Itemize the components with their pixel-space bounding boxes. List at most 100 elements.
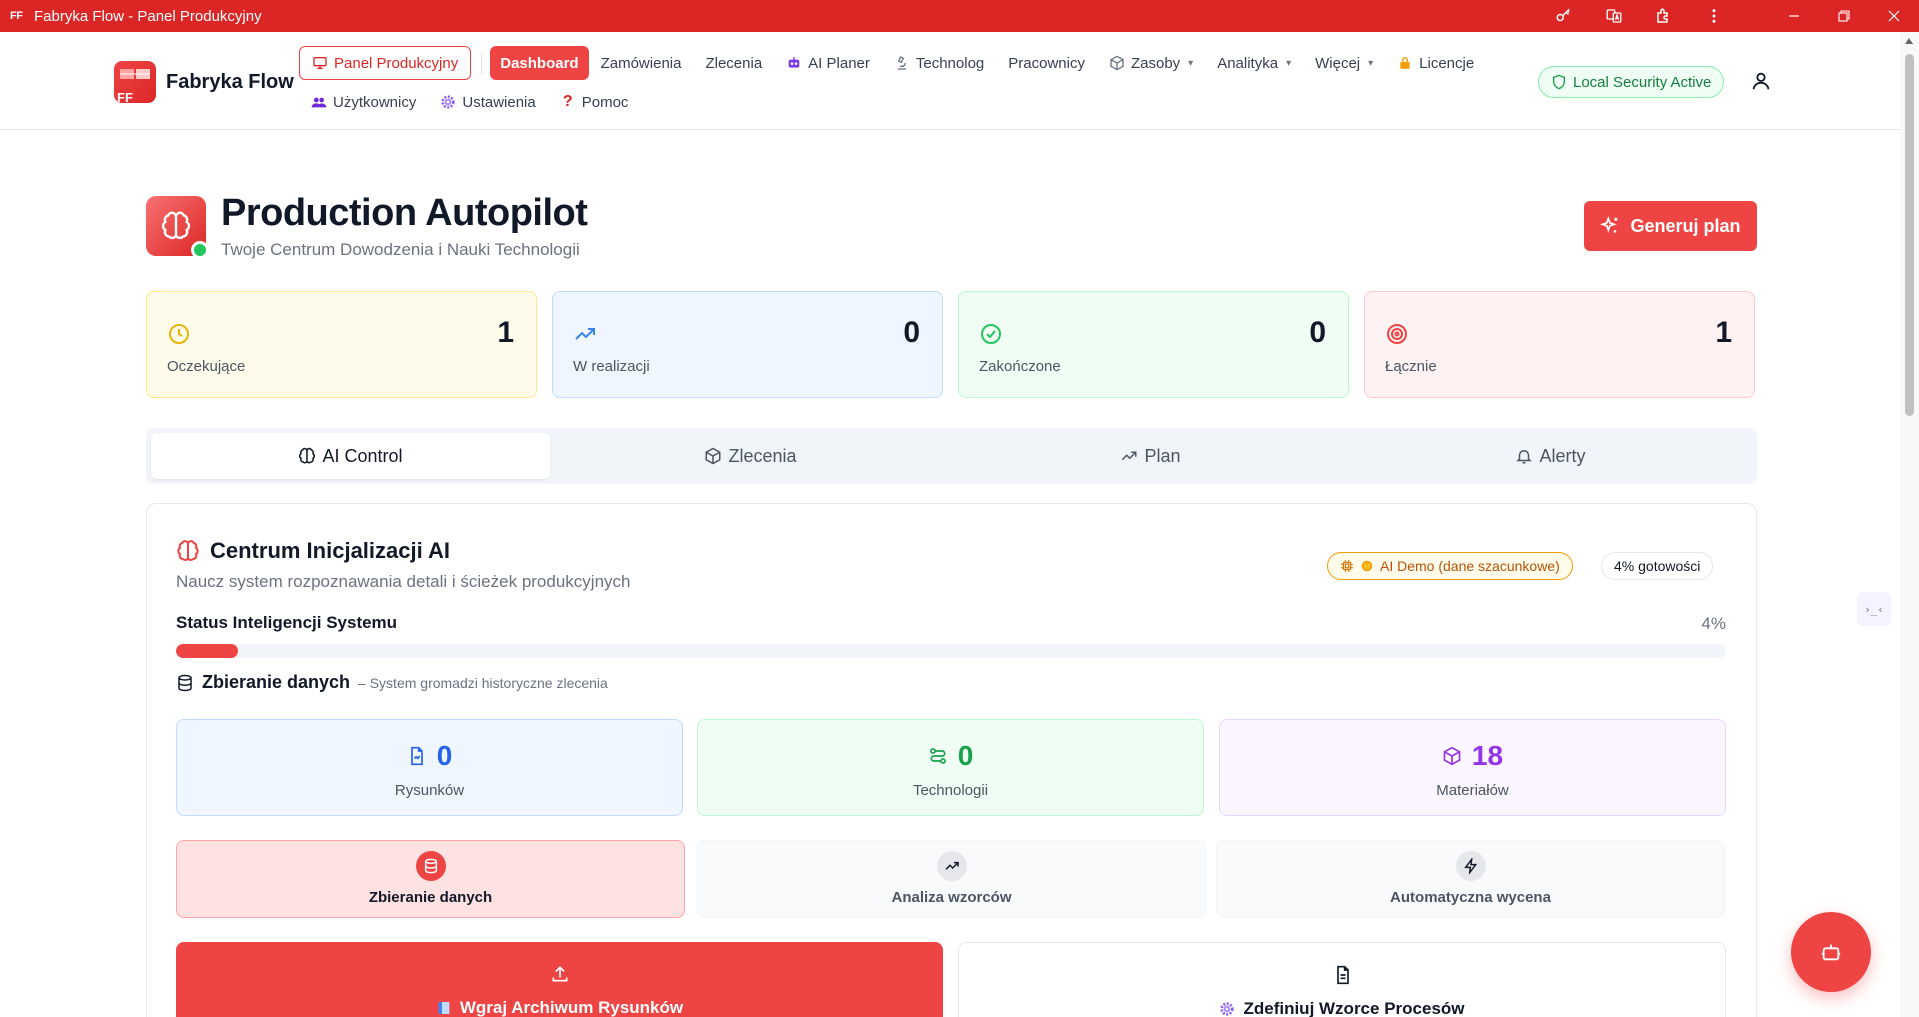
chevron-down-icon: ▾ xyxy=(1188,57,1194,69)
step-pattern-analysis[interactable]: Analiza wzorców xyxy=(697,840,1206,918)
file-text-icon xyxy=(1333,965,1353,985)
upload-drawings-button[interactable]: Wgraj Archiwum Rysunków xyxy=(176,942,943,1017)
page-subtitle: Twoje Centrum Dowodzenia i Nauki Technol… xyxy=(221,240,580,259)
nav-divider xyxy=(481,52,483,74)
nav-zlecenia[interactable]: Zlecenia xyxy=(693,47,774,79)
gear-icon xyxy=(440,94,456,110)
ai-assistant-fab[interactable] xyxy=(1791,912,1871,992)
tab-alerty[interactable]: Alerty xyxy=(1351,433,1750,479)
close-icon[interactable] xyxy=(1869,0,1919,32)
intelligence-status-label: Status Inteligencji Systemu xyxy=(176,613,398,632)
clock-icon xyxy=(167,322,191,346)
question-icon: ? xyxy=(562,93,573,110)
stat-card-pending: 1 Oczekujące xyxy=(146,291,537,398)
scroll-up-arrow[interactable] xyxy=(1905,38,1913,44)
user-icon[interactable] xyxy=(1750,70,1772,92)
package-icon xyxy=(1109,55,1125,71)
scroll-thumb[interactable] xyxy=(1905,54,1914,416)
trending-up-icon xyxy=(573,322,597,346)
package-icon xyxy=(705,447,721,465)
upload-icon xyxy=(550,964,570,984)
monitor-icon xyxy=(312,55,328,71)
file-image-icon xyxy=(410,746,423,766)
ai-center-subtitle: Naucz system rozpoznawania detali i ście… xyxy=(176,572,631,591)
tab-plan[interactable]: Plan xyxy=(951,433,1350,479)
metric-technologies: 0 Technologii xyxy=(697,719,1204,816)
metric-materials: 18 Materiałów xyxy=(1219,719,1726,816)
intelligence-progress-bar xyxy=(176,644,1726,658)
stat-card-completed: 0 Zakończone xyxy=(958,291,1349,398)
ai-center-title: Centrum Inicjalizacji AI xyxy=(176,538,450,564)
users-icon xyxy=(311,94,327,110)
key-icon[interactable] xyxy=(1539,0,1589,32)
top-navbar: FF Fabryka Flow Panel Produkcyjny Dashbo… xyxy=(0,32,1900,130)
route-icon xyxy=(929,748,946,764)
tab-ai-control[interactable]: AI Control xyxy=(151,433,550,479)
nav-uzytkownicy[interactable]: Użytkownicy xyxy=(299,86,428,118)
page-scrollbar[interactable] xyxy=(1900,32,1919,1017)
nav-pracownicy[interactable]: Pracownicy xyxy=(996,47,1097,79)
generate-plan-button[interactable]: Generuj plan xyxy=(1584,201,1757,251)
microscope-icon xyxy=(894,55,910,71)
tab-zlecenia[interactable]: Zlecenia xyxy=(551,433,950,479)
robot-icon xyxy=(786,55,802,71)
stat-label: Zakończone xyxy=(979,358,1061,375)
brand[interactable]: FF Fabryka Flow xyxy=(114,61,294,103)
translate-icon[interactable] xyxy=(1589,0,1639,32)
cpu-icon xyxy=(1341,560,1353,572)
stat-value: 0 xyxy=(1309,316,1326,349)
brand-logo: FF xyxy=(114,61,156,103)
sparkles-icon xyxy=(1600,216,1618,233)
nav-analityka[interactable]: Analityka ▾ xyxy=(1205,47,1303,79)
nav-ustawienia[interactable]: Ustawienia xyxy=(428,86,547,118)
side-panel-toggle[interactable]: ›_‹ xyxy=(1857,592,1891,626)
phase-description: – System gromadzi historyczne zlecenia xyxy=(358,674,608,691)
brain-icon xyxy=(299,447,316,464)
stat-label: W realizacji xyxy=(573,358,650,375)
shield-icon xyxy=(1553,74,1565,90)
stat-value: 1 xyxy=(497,316,514,349)
nav-panel-produkcyjny[interactable]: Panel Produkcyjny xyxy=(299,46,472,80)
target-icon xyxy=(1385,322,1409,346)
stat-card-in-progress: 0 W realizacji xyxy=(552,291,943,398)
window-titlebar: FF Fabryka Flow - Panel Produkcyjny xyxy=(0,0,1919,32)
database-icon xyxy=(415,851,446,881)
zap-icon xyxy=(1455,851,1486,881)
nav-technolog[interactable]: Technolog xyxy=(882,47,996,79)
more-vertical-icon[interactable] xyxy=(1689,0,1739,32)
trending-up-icon xyxy=(1122,451,1137,461)
nav-licencje[interactable]: Licencje xyxy=(1385,47,1486,79)
coin-icon xyxy=(1361,560,1373,572)
nav-ai-planer[interactable]: AI Planer xyxy=(774,47,882,79)
minimize-icon[interactable] xyxy=(1769,0,1819,32)
nav-wiecej[interactable]: Więcej ▾ xyxy=(1303,47,1385,79)
phase-name: Zbieranie danych xyxy=(202,672,351,692)
nav-dashboard[interactable]: Dashboard xyxy=(490,46,589,80)
nav-zamowienia[interactable]: Zamówienia xyxy=(589,47,694,79)
stat-label: Łącznie xyxy=(1385,358,1437,375)
app-logo: FF xyxy=(10,10,23,22)
step-data-collection[interactable]: Zbieranie danych xyxy=(176,840,685,918)
archive-book-icon xyxy=(438,1002,450,1014)
chevron-down-icon: ▾ xyxy=(1368,57,1374,69)
database-icon xyxy=(178,674,192,691)
stat-card-total: 1 Łącznie xyxy=(1364,291,1755,398)
metric-drawings: 0 Rysunków xyxy=(176,719,683,816)
restore-icon[interactable] xyxy=(1819,0,1869,32)
security-status-badge: Local Security Active xyxy=(1538,66,1725,98)
nav-zasoby[interactable]: Zasoby ▾ xyxy=(1097,47,1205,79)
bot-icon xyxy=(1821,944,1841,961)
intelligence-status-percent: 4% xyxy=(1701,614,1726,633)
extensions-icon[interactable] xyxy=(1639,0,1689,32)
stat-label: Oczekujące xyxy=(167,358,246,375)
tab-bar: AI Control Zlecenia Plan Alerty xyxy=(146,428,1757,484)
online-status-dot xyxy=(191,241,209,259)
bell-icon xyxy=(1516,450,1533,464)
readiness-badge: 4% gotowości xyxy=(1601,552,1714,580)
step-auto-pricing[interactable]: Automatyczna wycena xyxy=(1216,840,1725,918)
ai-demo-badge: AI Demo (dane szacunkowe) xyxy=(1327,552,1573,580)
define-process-patterns-button[interactable]: Zdefiniuj Wzorce Procesów xyxy=(958,942,1726,1017)
progress-fill xyxy=(176,644,238,658)
nav-pomoc[interactable]: ? Pomoc xyxy=(548,86,641,118)
stat-value: 1 xyxy=(1715,316,1732,349)
